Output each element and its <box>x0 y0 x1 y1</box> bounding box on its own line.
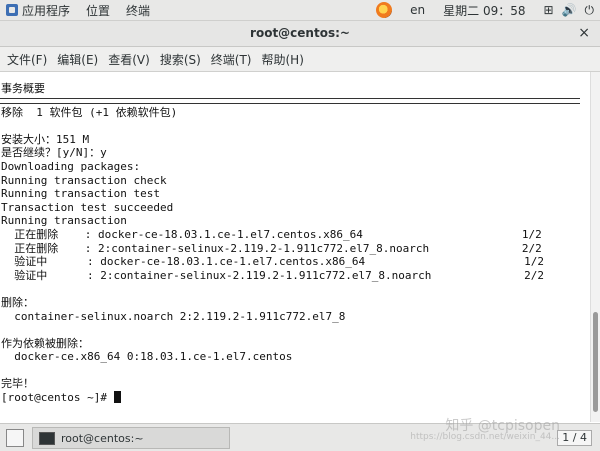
scrollbar-thumb[interactable] <box>593 312 598 412</box>
show-desktop-icon[interactable] <box>6 429 24 447</box>
terminal-line: Transaction test succeeded <box>1 200 174 214</box>
menu-file[interactable]: 文件(F) <box>7 51 47 68</box>
workspace-pager[interactable]: 1 / 4 <box>557 430 592 446</box>
close-icon[interactable]: × <box>578 21 590 46</box>
shell-prompt: [root@centos ~]# <box>1 391 114 405</box>
volume-icon[interactable]: 🔊 <box>562 3 577 17</box>
taskbar-window-label: root@centos:~ <box>61 431 144 445</box>
terminal-line: 删除： <box>1 295 34 309</box>
power-icon[interactable]: ⏻ <box>585 3 595 18</box>
menu-view[interactable]: 查看(V) <box>108 51 150 68</box>
terminal-line: Downloading packages: <box>1 159 141 173</box>
terminal-prompt-line[interactable]: [root@centos ~]# <box>0 391 590 405</box>
terminal-line: 验证中 : 2:container-selinux-2.119.2-1.911c… <box>1 268 544 282</box>
clock[interactable]: 星期二 09：58 <box>443 2 525 19</box>
menu-help[interactable]: 帮助(H) <box>262 51 304 68</box>
terminal-line: 作为依赖被删除： <box>1 336 89 350</box>
terminal-line: container-selinux.noarch 2:2.119.2-1.911… <box>1 309 346 323</box>
top-panel: 应用程序 位置 终端 en 星期二 09：58 ⊞ 🔊 ⏻ <box>0 0 600 21</box>
window-title: root@centos:~ <box>250 26 350 40</box>
terminal-output[interactable]: 事务概要 移除 1 软件包 (+1 依赖软件包) 安装大小：151 M 是否继续？[… <box>0 72 590 422</box>
taskbar-window-button[interactable]: root@centos:~ <box>32 427 230 449</box>
applications-menu[interactable]: 应用程序 <box>22 2 70 19</box>
terminal-icon <box>39 431 55 445</box>
terminal-line: 正在删除 : docker-ce-18.03.1.ce-1.el7.centos… <box>1 227 542 241</box>
places-menu[interactable]: 位置 <box>86 2 110 19</box>
watermark-url: https://blog.csdn.net/weixin_44... <box>410 432 560 442</box>
menu-terminal[interactable]: 终端(T) <box>211 51 252 68</box>
text-cursor <box>113 391 121 404</box>
terminal-line: Running transaction <box>1 214 127 228</box>
terminal-line: 安装大小：151 M <box>1 132 90 146</box>
window-titlebar: root@centos:~ × <box>0 21 600 47</box>
network-icon[interactable]: ⊞ <box>543 3 553 17</box>
terminal-line: 完毕！ <box>1 377 34 391</box>
terminal-line: 是否继续？[y/N]：y <box>1 146 107 160</box>
separator-rule <box>0 97 580 104</box>
terminal-line: 移除 1 软件包 (+1 依赖软件包) <box>1 105 178 119</box>
terminal-line: docker-ce.x86_64 0:18.03.1.ce-1.el7.cent… <box>1 350 293 364</box>
applications-icon <box>6 4 18 16</box>
terminal-line: Running transaction test <box>1 187 160 201</box>
terminal-line: Running transaction check <box>1 173 167 187</box>
firefox-icon[interactable] <box>376 2 393 18</box>
terminal-scrollbar[interactable] <box>590 72 600 422</box>
terminal-line: 正在删除 : 2:container-selinux-2.119.2-1.911… <box>1 241 542 255</box>
menu-search[interactable]: 搜索(S) <box>160 51 201 68</box>
terminal-line: 验证中 : docker-ce-18.03.1.ce-1.el7.centos.… <box>1 255 544 269</box>
terminal-line: 事务概要 <box>1 82 45 95</box>
menubar: 文件(F) 编辑(E) 查看(V) 搜索(S) 终端(T) 帮助(H) <box>0 47 600 72</box>
language-indicator[interactable]: en <box>410 3 425 17</box>
menu-edit[interactable]: 编辑(E) <box>57 51 98 68</box>
terminal-app-menu[interactable]: 终端 <box>126 2 150 19</box>
